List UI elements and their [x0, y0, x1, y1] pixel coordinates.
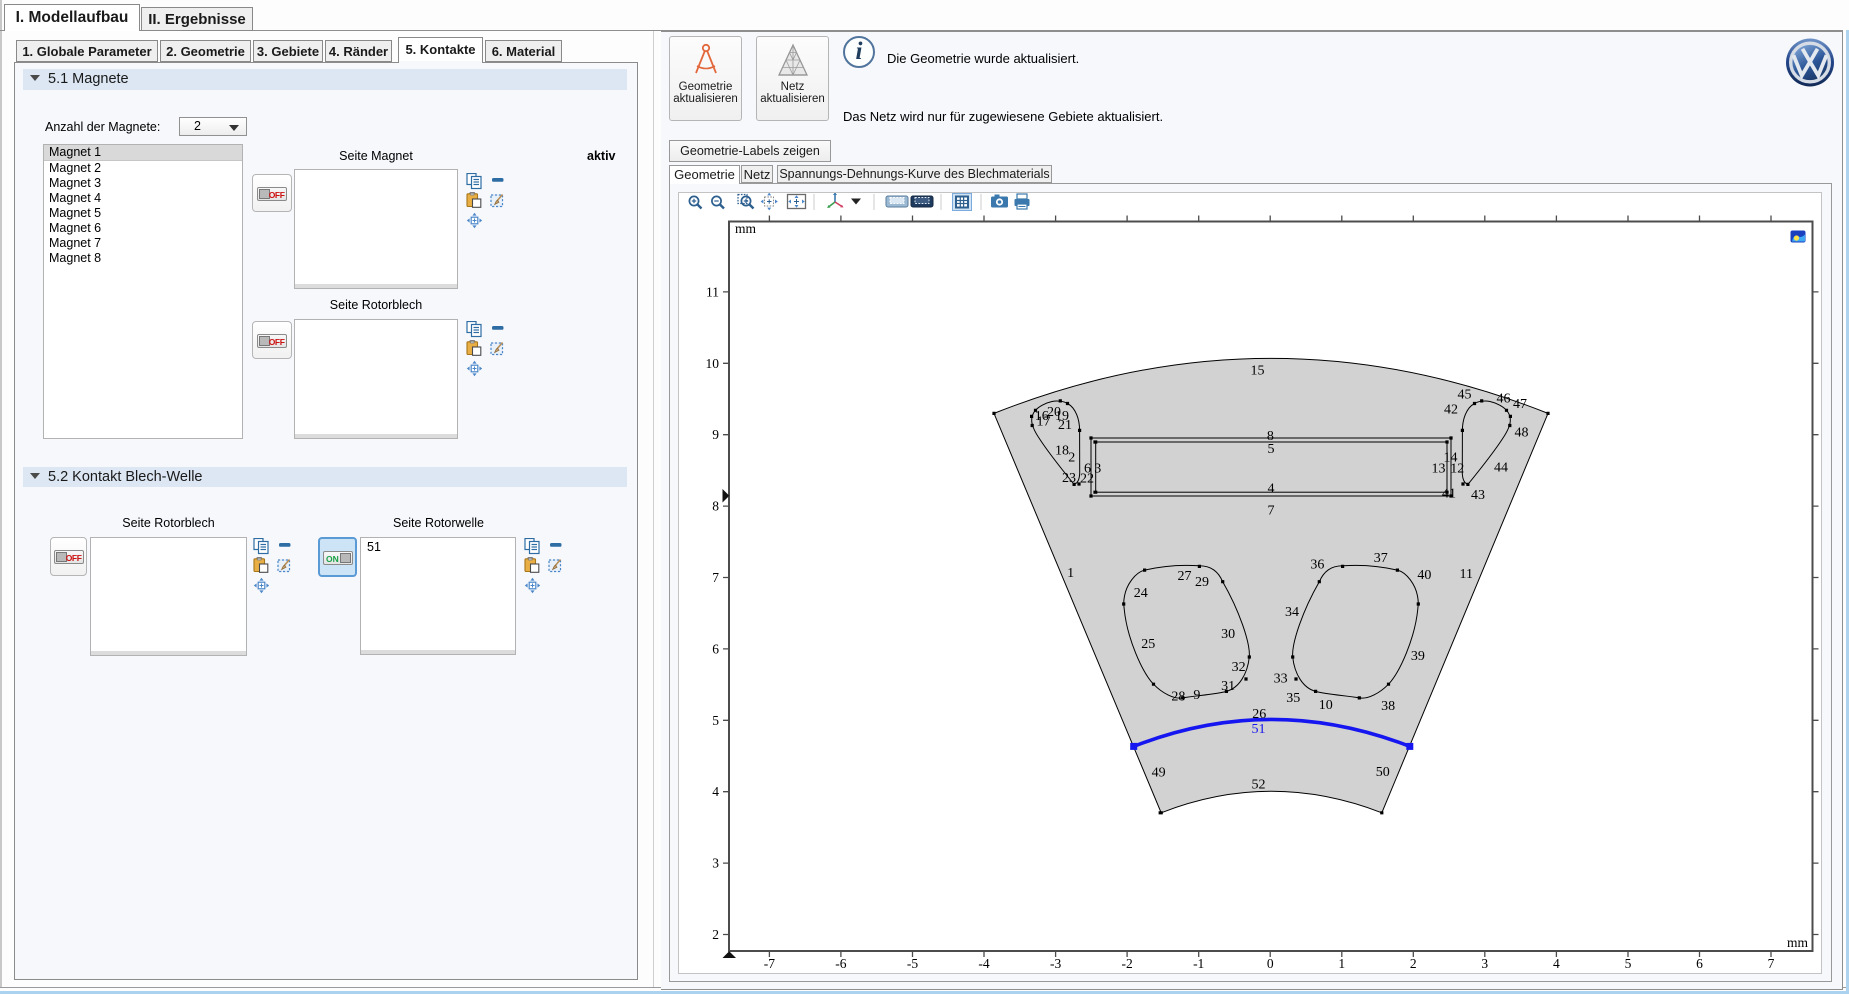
- svg-text:28: 28: [1171, 689, 1185, 704]
- svg-text:33: 33: [1274, 672, 1288, 687]
- svg-text:52: 52: [1252, 777, 1266, 792]
- svg-text:31: 31: [1221, 679, 1235, 694]
- svg-text:45: 45: [1458, 387, 1472, 402]
- svg-text:-7: -7: [764, 956, 775, 971]
- svg-text:7: 7: [712, 570, 719, 585]
- svg-text:mm: mm: [735, 221, 757, 236]
- svg-text:4: 4: [1553, 956, 1560, 971]
- svg-text:43: 43: [1471, 488, 1485, 503]
- svg-text:10: 10: [1319, 698, 1333, 713]
- svg-text:47: 47: [1513, 397, 1527, 412]
- svg-text:5: 5: [1625, 956, 1632, 971]
- svg-text:15: 15: [1251, 363, 1265, 378]
- svg-text:51: 51: [1252, 722, 1266, 737]
- svg-text:2: 2: [712, 927, 719, 942]
- svg-text:39: 39: [1411, 649, 1425, 664]
- svg-text:30: 30: [1221, 627, 1235, 642]
- svg-text:1: 1: [1338, 956, 1345, 971]
- svg-text:32: 32: [1232, 660, 1246, 675]
- svg-text:7: 7: [1768, 956, 1775, 971]
- svg-text:1: 1: [1067, 566, 1074, 581]
- svg-text:40: 40: [1417, 568, 1431, 583]
- svg-text:21: 21: [1058, 418, 1072, 433]
- svg-text:7: 7: [1268, 503, 1275, 518]
- svg-text:5: 5: [712, 713, 719, 728]
- svg-text:11: 11: [706, 284, 719, 299]
- svg-text:35: 35: [1286, 691, 1300, 706]
- svg-text:34: 34: [1285, 605, 1299, 620]
- svg-text:3: 3: [1094, 462, 1101, 477]
- svg-text:4: 4: [1268, 481, 1275, 496]
- svg-text:4: 4: [712, 784, 719, 799]
- svg-text:50: 50: [1376, 765, 1390, 780]
- svg-text:17: 17: [1037, 414, 1051, 429]
- svg-text:6: 6: [1084, 462, 1091, 477]
- svg-text:6: 6: [1696, 956, 1703, 971]
- svg-text:26: 26: [1252, 707, 1266, 722]
- svg-text:-3: -3: [1050, 956, 1061, 971]
- svg-text:23: 23: [1062, 471, 1076, 486]
- svg-text:13: 13: [1432, 462, 1446, 477]
- svg-text:-4: -4: [978, 956, 989, 971]
- svg-text:-6: -6: [835, 956, 846, 971]
- svg-text:25: 25: [1141, 637, 1155, 652]
- svg-text:-5: -5: [907, 956, 918, 971]
- svg-text:48: 48: [1515, 425, 1529, 440]
- svg-text:5: 5: [1268, 442, 1275, 457]
- svg-text:6: 6: [712, 641, 719, 656]
- svg-text:42: 42: [1444, 402, 1458, 417]
- svg-text:8: 8: [712, 499, 719, 514]
- svg-text:3: 3: [1481, 956, 1488, 971]
- svg-text:9: 9: [712, 427, 719, 442]
- svg-text:46: 46: [1497, 391, 1511, 406]
- svg-text:-2: -2: [1121, 956, 1132, 971]
- svg-text:12: 12: [1450, 462, 1464, 477]
- svg-text:41: 41: [1442, 486, 1456, 501]
- svg-text:36: 36: [1310, 557, 1324, 572]
- svg-text:37: 37: [1374, 551, 1388, 566]
- svg-text:3: 3: [712, 856, 719, 871]
- svg-text:44: 44: [1494, 460, 1508, 475]
- svg-text:2: 2: [1068, 450, 1075, 465]
- svg-text:11: 11: [1460, 567, 1473, 582]
- svg-text:18: 18: [1055, 443, 1069, 458]
- svg-text:49: 49: [1152, 766, 1166, 781]
- svg-text:38: 38: [1381, 699, 1395, 714]
- svg-text:24: 24: [1134, 586, 1148, 601]
- svg-text:10: 10: [706, 356, 720, 371]
- svg-text:9: 9: [1193, 688, 1200, 703]
- svg-text:2: 2: [1410, 956, 1417, 971]
- svg-text:27: 27: [1178, 569, 1192, 584]
- svg-text:-1: -1: [1193, 956, 1204, 971]
- svg-text:mm: mm: [1787, 935, 1809, 950]
- svg-text:29: 29: [1195, 575, 1209, 590]
- svg-text:0: 0: [1267, 956, 1274, 971]
